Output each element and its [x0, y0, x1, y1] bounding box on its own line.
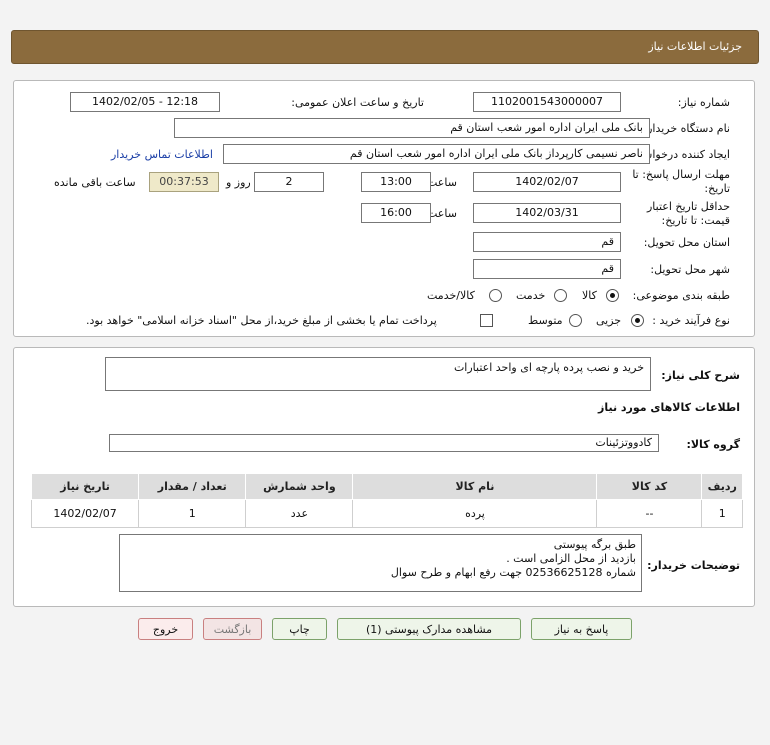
announce-field: 1402/02/05 - 12:18: [70, 92, 220, 112]
back-button[interactable]: بازگشت: [203, 618, 262, 640]
category-option-goods-service: کالا/خدمت: [427, 289, 475, 302]
remaining-timer: 00:37:53: [149, 172, 219, 192]
goods-table-header: ردیف کد کالا نام کالا واحد شمارش تعداد /…: [30, 473, 743, 500]
buyer-contact-link[interactable]: اطلاعات تماس خریدار: [111, 148, 213, 161]
col-code: کد کالا: [596, 473, 703, 500]
announce-label: تاریخ و ساعت اعلان عمومی:: [291, 96, 424, 109]
city-label: شهر محل تحویل:: [650, 263, 730, 276]
validity-date-field: 1402/03/31: [473, 203, 621, 223]
goods-table: ردیف کد کالا نام کالا واحد شمارش تعداد /…: [30, 473, 743, 528]
city-field: قم: [473, 259, 621, 279]
buyer-notes-field: طبق برگه پیوستی بازدید از محل الزامی است…: [119, 534, 642, 592]
cell-quantity: 1: [138, 499, 247, 528]
validity-time-field: 16:00: [361, 203, 431, 223]
process-radio-medium[interactable]: [569, 314, 582, 327]
deadline-label-date: تاریخ:: [704, 182, 730, 195]
col-unit: واحد شمارش: [245, 473, 354, 500]
title-bar: جزئیات اطلاعات نیاز: [11, 30, 759, 64]
process-label: نوع فرآیند خرید :: [652, 314, 730, 327]
cell-code: --: [596, 499, 703, 528]
province-label: استان محل تحویل:: [643, 236, 730, 249]
col-row: ردیف: [701, 473, 743, 500]
print-button[interactable]: چاپ: [272, 618, 327, 640]
col-name: نام کالا: [352, 473, 598, 500]
deadline-label: مهلت ارسال پاسخ: تا: [632, 168, 730, 181]
view-attachments-button[interactable]: مشاهده مدارک پیوستی (1): [337, 618, 521, 640]
need-info-panel: شماره نیاز: 1102001543000007 تاریخ و ساع…: [13, 80, 755, 337]
validity-label: حداقل تاریخ اعتبار: [646, 200, 730, 213]
category-option-service: خدمت: [516, 289, 546, 302]
category-radio-goods[interactable]: [606, 289, 619, 302]
deadline-time-field: 13:00: [361, 172, 431, 192]
validity-time-label: ساعت: [427, 207, 457, 220]
process-option-minor: جزیی: [596, 314, 622, 327]
summary-field: خرید و نصب پرده پارچه ای واحد اعتبارات: [105, 357, 651, 391]
category-label: طبقه بندی موضوعی:: [632, 289, 730, 302]
process-option-medium: متوسط: [528, 314, 563, 327]
cell-row: 1: [701, 499, 743, 528]
category-option-goods: کالا: [582, 289, 597, 302]
goods-group-field: کادووتزئینات: [109, 434, 659, 452]
process-radio-minor[interactable]: [631, 314, 644, 327]
buyer-notes-label: توضیحات خریدار:: [647, 559, 740, 572]
days-label: روز و: [226, 176, 251, 189]
payment-note: پرداخت تمام یا بخشی از مبلغ خرید،از محل …: [86, 314, 437, 327]
cell-name: پرده: [352, 499, 598, 528]
summary-label: شرح کلی نیاز:: [661, 369, 740, 382]
deadline-date-field: 1402/02/07: [473, 172, 621, 192]
need-number-label: شماره نیاز:: [677, 96, 730, 109]
cell-unit: عدد: [245, 499, 354, 528]
category-radio-goods-service[interactable]: [489, 289, 502, 302]
province-field: قم: [473, 232, 621, 252]
buyer-org-field: بانک ملی ایران اداره امور شعب استان قم: [174, 118, 650, 138]
reply-button[interactable]: پاسخ به نیاز: [531, 618, 632, 640]
goods-group-label: گروه کالا:: [686, 438, 740, 451]
exit-button[interactable]: خروج: [138, 618, 193, 640]
deadline-time-label: ساعت: [427, 176, 457, 189]
table-row: 1 -- پرده عدد 1 1402/02/07: [30, 499, 743, 528]
buyer-org-label: نام دستگاه خریدار:: [643, 122, 730, 135]
col-need-date: تاریخ نیاز: [30, 473, 140, 500]
goods-section-title: اطلاعات کالاهای مورد نیاز: [598, 401, 740, 414]
need-details-panel: شرح کلی نیاز: خرید و نصب پرده پارچه ای و…: [13, 347, 755, 607]
category-radio-service[interactable]: [554, 289, 567, 302]
need-number-field: 1102001543000007: [473, 92, 621, 112]
creator-field: ناصر نسیمی کارپرداز بانک ملی ایران اداره…: [223, 144, 650, 164]
col-quantity: تعداد / مقدار: [138, 473, 247, 500]
cell-need-date: 1402/02/07: [30, 499, 140, 528]
page-title: جزئیات اطلاعات نیاز: [648, 40, 742, 53]
days-field: 2: [254, 172, 324, 192]
treasury-payment-checkbox[interactable]: [480, 314, 493, 327]
remaining-label: ساعت باقی مانده: [54, 176, 136, 189]
validity-label-date: قیمت: تا تاریخ:: [661, 214, 730, 227]
